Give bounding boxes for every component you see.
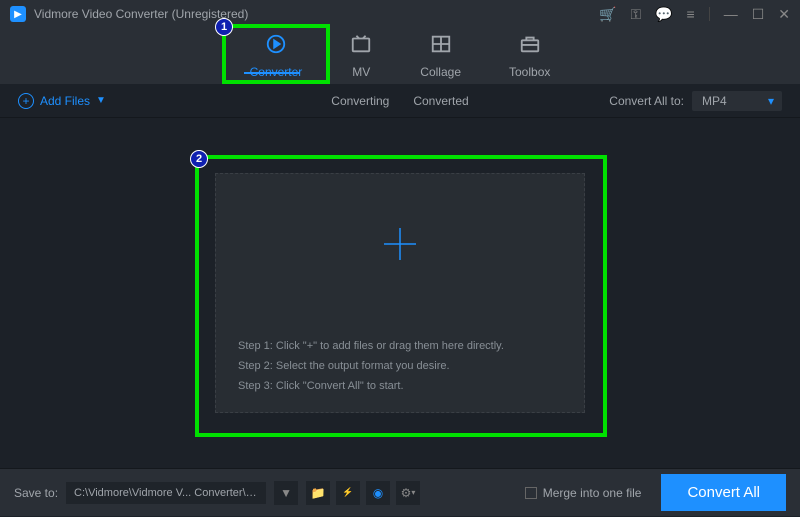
app-logo-icon: ▶ [10, 6, 26, 22]
format-value: MP4 [702, 94, 727, 108]
save-to-label: Save to: [14, 486, 58, 500]
feedback-icon[interactable]: 💬 [655, 6, 672, 23]
tab-label: MV [352, 65, 370, 79]
sub-tab-converting[interactable]: Converting [331, 94, 389, 108]
annotation-badge-2: 2 [190, 150, 208, 168]
dropzone[interactable]: Step 1: Click "+" to add files or drag t… [215, 173, 585, 413]
high-speed-icon[interactable]: ◉ [366, 481, 390, 505]
minimize-icon[interactable]: — [724, 6, 738, 22]
plus-icon: + [18, 93, 34, 109]
mv-icon [350, 33, 372, 61]
add-files-label: Add Files [40, 94, 90, 108]
step-text: Step 3: Click "Convert All" to start. [238, 380, 562, 392]
window-title: Vidmore Video Converter (Unregistered) [34, 7, 248, 21]
convert-all-to-label: Convert All to: [609, 94, 684, 108]
cart-icon[interactable]: 🛒 [599, 6, 616, 23]
footer: Save to: C:\Vidmore\Vidmore V... Convert… [0, 468, 800, 516]
key-icon[interactable]: ⚿ [630, 6, 641, 23]
add-files-button[interactable]: + Add Files ▼ [18, 93, 106, 109]
open-folder-icon[interactable]: 📁 [306, 481, 330, 505]
chevron-down-icon: ▼ [96, 95, 106, 106]
step-text: Step 2: Select the output format you des… [238, 360, 562, 372]
tab-mv[interactable]: MV [350, 33, 372, 79]
content-area: Step 1: Click "+" to add files or drag t… [0, 118, 800, 468]
tab-toolbox[interactable]: Toolbox [509, 33, 550, 79]
step-text: Step 1: Click "+" to add files or drag t… [238, 340, 562, 352]
save-path-dropdown[interactable]: ▼ [274, 481, 298, 505]
toolbar: + Add Files ▼ Converting Converted Conve… [0, 84, 800, 118]
sub-tab-converted[interactable]: Converted [413, 94, 468, 108]
hw-accel-icon[interactable]: ⚡ [336, 481, 360, 505]
menu-icon[interactable]: ≡ [687, 6, 695, 22]
collage-icon [430, 33, 452, 61]
close-icon[interactable]: ✕ [778, 6, 790, 23]
annotation-badge-1: 1 [215, 18, 233, 36]
add-files-plus-button[interactable] [380, 224, 420, 267]
toolbox-icon [519, 33, 541, 61]
maximize-icon[interactable]: ☐ [752, 6, 765, 23]
merge-checkbox[interactable]: Merge into one file [525, 486, 642, 500]
tab-collage[interactable]: Collage [420, 33, 461, 79]
checkbox-box [525, 487, 537, 499]
output-format-select[interactable]: MP4 [692, 91, 782, 111]
converter-icon [265, 33, 287, 61]
tab-label: Toolbox [509, 65, 550, 79]
titlebar: ▶ Vidmore Video Converter (Unregistered)… [0, 0, 800, 28]
main-tabs: Converter MV Collage Toolbox [0, 28, 800, 84]
save-path-field[interactable]: C:\Vidmore\Vidmore V... Converter\Conver… [66, 482, 266, 504]
convert-all-button[interactable]: Convert All [661, 474, 786, 511]
tab-label: Collage [420, 65, 461, 79]
settings-icon[interactable]: ⚙▾ [396, 481, 420, 505]
merge-label: Merge into one file [543, 486, 642, 500]
